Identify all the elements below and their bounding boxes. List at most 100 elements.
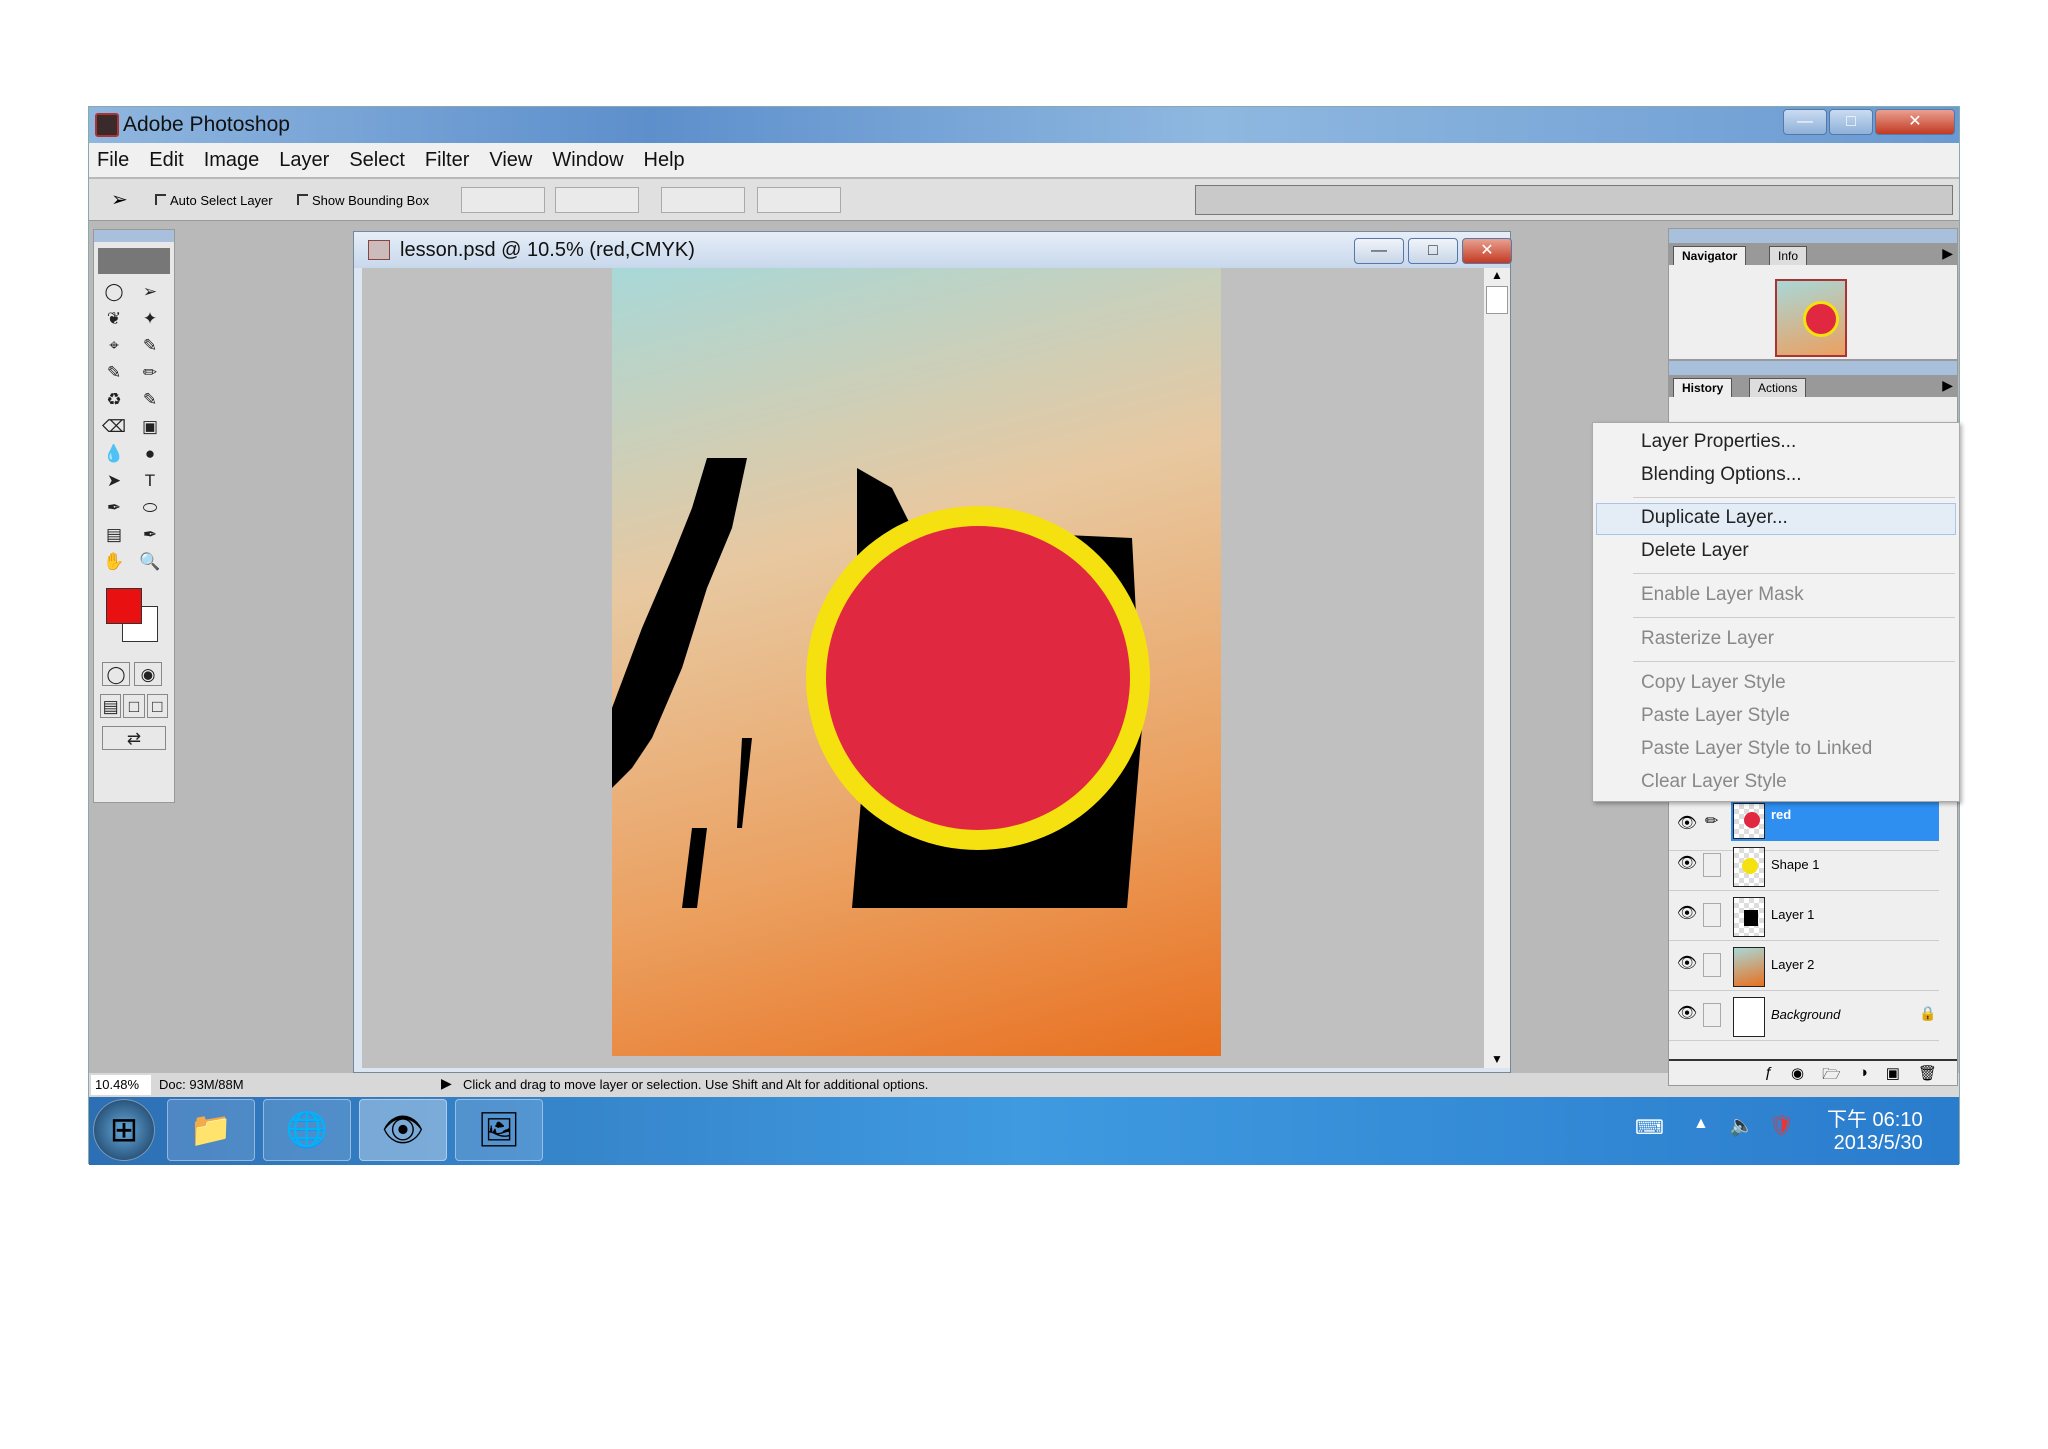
- visibility-eye-icon[interactable]: 👁: [1675, 953, 1699, 977]
- auto-select-layer-checkbox[interactable]: Auto Select Layer: [155, 193, 273, 208]
- clock[interactable]: 下午 06:10 2013/5/30: [1827, 1103, 1923, 1155]
- menu-select[interactable]: Select: [349, 149, 405, 172]
- new-set-icon[interactable]: 🗁: [1822, 1064, 1841, 1085]
- menu-view[interactable]: View: [489, 149, 532, 172]
- vertical-scrollbar[interactable]: ▲ ▼: [1484, 268, 1510, 1068]
- marquee-tool-icon[interactable]: ◯: [100, 280, 128, 304]
- layer-style-icon[interactable]: ƒ: [1765, 1064, 1773, 1085]
- taskbar-photoshop-icon[interactable]: 👁: [359, 1099, 447, 1161]
- menu-layer[interactable]: Layer: [279, 149, 329, 172]
- scroll-thumb[interactable]: [1486, 286, 1508, 314]
- menu-item-paste-layer-style-linked[interactable]: Paste Layer Style to Linked: [1641, 738, 1872, 760]
- close-button[interactable]: ✕: [1875, 109, 1955, 135]
- menu-item-paste-layer-style[interactable]: Paste Layer Style: [1641, 705, 1790, 727]
- shape-tool-icon[interactable]: ⬭: [136, 496, 164, 520]
- volume-icon[interactable]: 🔈: [1729, 1113, 1754, 1138]
- visibility-eye-icon[interactable]: 👁: [1675, 853, 1699, 877]
- link-box[interactable]: [1703, 953, 1721, 977]
- new-layer-icon[interactable]: ▣: [1886, 1064, 1900, 1085]
- menu-filter[interactable]: Filter: [425, 149, 469, 172]
- start-button[interactable]: ⊞: [93, 1099, 155, 1161]
- menu-item-blending-options[interactable]: Blending Options...: [1641, 464, 1802, 486]
- tab-history[interactable]: History: [1673, 378, 1733, 397]
- taskbar-explorer-icon[interactable]: 📁: [167, 1099, 255, 1161]
- menu-item-rasterize-layer[interactable]: Rasterize Layer: [1641, 628, 1774, 650]
- image-canvas[interactable]: [612, 268, 1221, 1056]
- visibility-eye-icon[interactable]: 👁: [1675, 1003, 1699, 1027]
- layer-row-layer-1[interactable]: 👁 Layer 1: [1669, 891, 1939, 941]
- pen-tool-icon[interactable]: ✒: [100, 496, 128, 520]
- magic-wand-tool-icon[interactable]: ✦: [136, 307, 164, 331]
- link-box[interactable]: [1703, 853, 1721, 877]
- menu-file[interactable]: File: [97, 149, 129, 172]
- menu-edit[interactable]: Edit: [149, 149, 183, 172]
- show-bounding-box-checkbox[interactable]: Show Bounding Box: [297, 193, 429, 208]
- eyedropper-tool-icon[interactable]: ✒: [136, 523, 164, 547]
- menu-item-enable-layer-mask[interactable]: Enable Layer Mask: [1641, 584, 1804, 606]
- crop-tool-icon[interactable]: ⌖: [100, 334, 128, 358]
- healing-brush-icon[interactable]: ✎: [100, 361, 128, 385]
- lasso-tool-icon[interactable]: ❦: [100, 307, 128, 331]
- layer-row-shape-1[interactable]: 👁 Shape 1: [1669, 841, 1939, 891]
- align-horizontal-buttons[interactable]: [555, 187, 639, 213]
- history-brush-icon[interactable]: ✎: [136, 388, 164, 412]
- layer-row-layer-2[interactable]: 👁 Layer 2: [1669, 941, 1939, 991]
- brush-tool-icon[interactable]: ✏: [136, 361, 164, 385]
- stamp-tool-icon[interactable]: ♻: [100, 388, 128, 412]
- adjustment-layer-icon[interactable]: ◑: [1859, 1064, 1868, 1085]
- link-box[interactable]: [1703, 903, 1721, 927]
- gradient-tool-icon[interactable]: ▣: [136, 415, 164, 439]
- distribute-horizontal-buttons[interactable]: [757, 187, 841, 213]
- tab-info[interactable]: Info: [1769, 246, 1808, 265]
- visibility-eye-icon[interactable]: 👁: [1675, 903, 1699, 927]
- foreground-color-swatch[interactable]: [106, 588, 142, 624]
- doc-maximize-button[interactable]: □: [1408, 238, 1458, 264]
- tab-navigator[interactable]: Navigator: [1673, 246, 1747, 265]
- layer-mask-icon[interactable]: ◉: [1791, 1064, 1804, 1085]
- move-tool-icon: ➢: [111, 189, 128, 211]
- status-menu-arrow-icon[interactable]: ▶: [441, 1075, 452, 1092]
- maximize-button[interactable]: □: [1829, 109, 1873, 135]
- menu-item-clear-layer-style[interactable]: Clear Layer Style: [1641, 771, 1787, 793]
- taskbar-firefox-icon[interactable]: 🌐: [263, 1099, 351, 1161]
- menu-item-layer-properties[interactable]: Layer Properties...: [1641, 431, 1796, 453]
- tab-actions[interactable]: Actions: [1749, 378, 1807, 397]
- navigator-thumbnail[interactable]: [1775, 279, 1847, 357]
- zoom-level-field[interactable]: 10.48%: [91, 1075, 151, 1095]
- menu-item-delete-layer[interactable]: Delete Layer: [1641, 540, 1749, 562]
- minimize-button[interactable]: —: [1783, 109, 1827, 135]
- blur-tool-icon[interactable]: 💧: [100, 442, 128, 466]
- slice-tool-icon[interactable]: ✎: [136, 334, 164, 358]
- eraser-tool-icon[interactable]: ⌫: [100, 415, 128, 439]
- move-tool-button[interactable]: ➢: [136, 280, 164, 304]
- doc-minimize-button[interactable]: —: [1354, 238, 1404, 264]
- hand-tool-icon[interactable]: ✋: [100, 550, 128, 574]
- doc-close-button[interactable]: ✕: [1462, 238, 1512, 264]
- visibility-eye-icon[interactable]: 👁: [1675, 813, 1699, 837]
- panel-menu-icon[interactable]: ▶: [1942, 245, 1953, 262]
- type-tool-icon[interactable]: T: [136, 469, 164, 493]
- link-box[interactable]: [1703, 1003, 1721, 1027]
- jump-to-imageready-button[interactable]: ⇄: [94, 718, 174, 750]
- security-shield-icon[interactable]: 🛡: [1769, 1113, 1794, 1138]
- menu-item-duplicate-layer[interactable]: Duplicate Layer...: [1641, 507, 1788, 529]
- notes-tool-icon[interactable]: ▤: [100, 523, 128, 547]
- delete-layer-icon[interactable]: 🗑: [1918, 1064, 1937, 1085]
- path-selection-icon[interactable]: ➤: [100, 469, 128, 493]
- screen-mode-buttons[interactable]: ▤ □ □: [94, 686, 174, 718]
- zoom-tool-icon[interactable]: 🔍: [136, 550, 164, 574]
- dodge-tool-icon[interactable]: ●: [136, 442, 164, 466]
- layer-row-background[interactable]: 👁 Background 🔒: [1669, 991, 1939, 1041]
- quick-mask-buttons[interactable]: ◯ ◉: [94, 654, 174, 686]
- history-menu-icon[interactable]: ▶: [1942, 377, 1953, 394]
- menu-window[interactable]: Window: [552, 149, 623, 172]
- menu-item-copy-layer-style[interactable]: Copy Layer Style: [1641, 672, 1786, 694]
- taskbar-photo-viewer-icon[interactable]: 🖼: [455, 1099, 543, 1161]
- show-hidden-icons[interactable]: ▲: [1693, 1115, 1709, 1133]
- distribute-vertical-buttons[interactable]: [661, 187, 745, 213]
- align-vertical-buttons[interactable]: [461, 187, 545, 213]
- keyboard-icon[interactable]: ⌨: [1635, 1115, 1664, 1140]
- menu-image[interactable]: Image: [204, 149, 260, 172]
- menu-help[interactable]: Help: [644, 149, 685, 172]
- history-panel: History Actions ▶: [1668, 360, 1958, 424]
